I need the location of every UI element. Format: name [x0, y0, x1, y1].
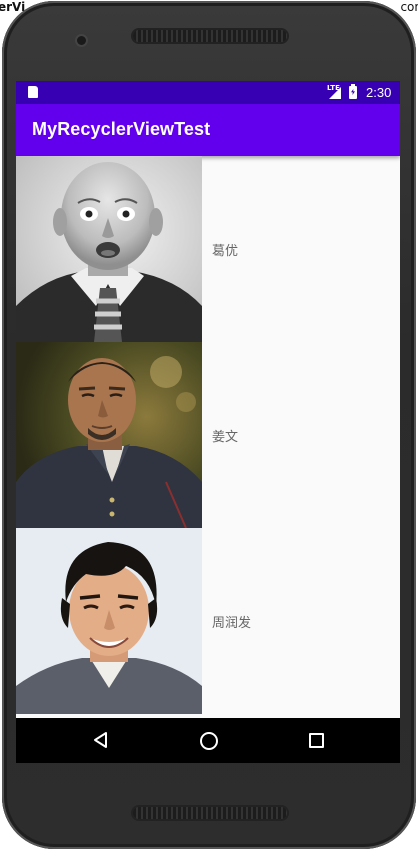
status-bar: LTE 2:30 — [16, 81, 400, 104]
back-icon[interactable] — [92, 731, 108, 749]
app-bar: MyRecyclerViewTest — [16, 104, 400, 156]
item-name: 周润发 — [212, 616, 252, 631]
man-in-jacket-portrait — [16, 342, 202, 528]
item-name: 葛优 — [212, 244, 239, 259]
recents-icon[interactable] — [309, 733, 324, 748]
recycler-view[interactable]: 葛优 姜文 周润发 — [16, 156, 400, 714]
device-screen: LTE 2:30 MyRecyclerViewTest 葛优 姜文 周润发 — [16, 81, 400, 763]
bottom-speaker-grille — [133, 807, 287, 819]
app-title: MyRecyclerViewTest — [32, 119, 211, 139]
list-item[interactable]: 葛优 — [16, 156, 400, 342]
bald-man-portrait — [16, 156, 202, 342]
battery-charging-icon — [349, 84, 357, 99]
window-title-fragment-right: con — [400, 0, 418, 14]
navigation-bar — [16, 718, 400, 763]
item-name: 姜文 — [212, 430, 239, 445]
sd-card-icon — [28, 86, 38, 98]
home-icon[interactable] — [200, 732, 218, 750]
signal-icon — [329, 87, 341, 99]
smiling-man-portrait — [16, 528, 202, 714]
front-camera-icon — [77, 36, 86, 45]
top-speaker-grille — [133, 30, 287, 42]
list-item[interactable]: 周润发 — [16, 528, 400, 714]
list-item[interactable]: 姜文 — [16, 342, 400, 528]
status-clock: 2:30 — [366, 85, 392, 100]
